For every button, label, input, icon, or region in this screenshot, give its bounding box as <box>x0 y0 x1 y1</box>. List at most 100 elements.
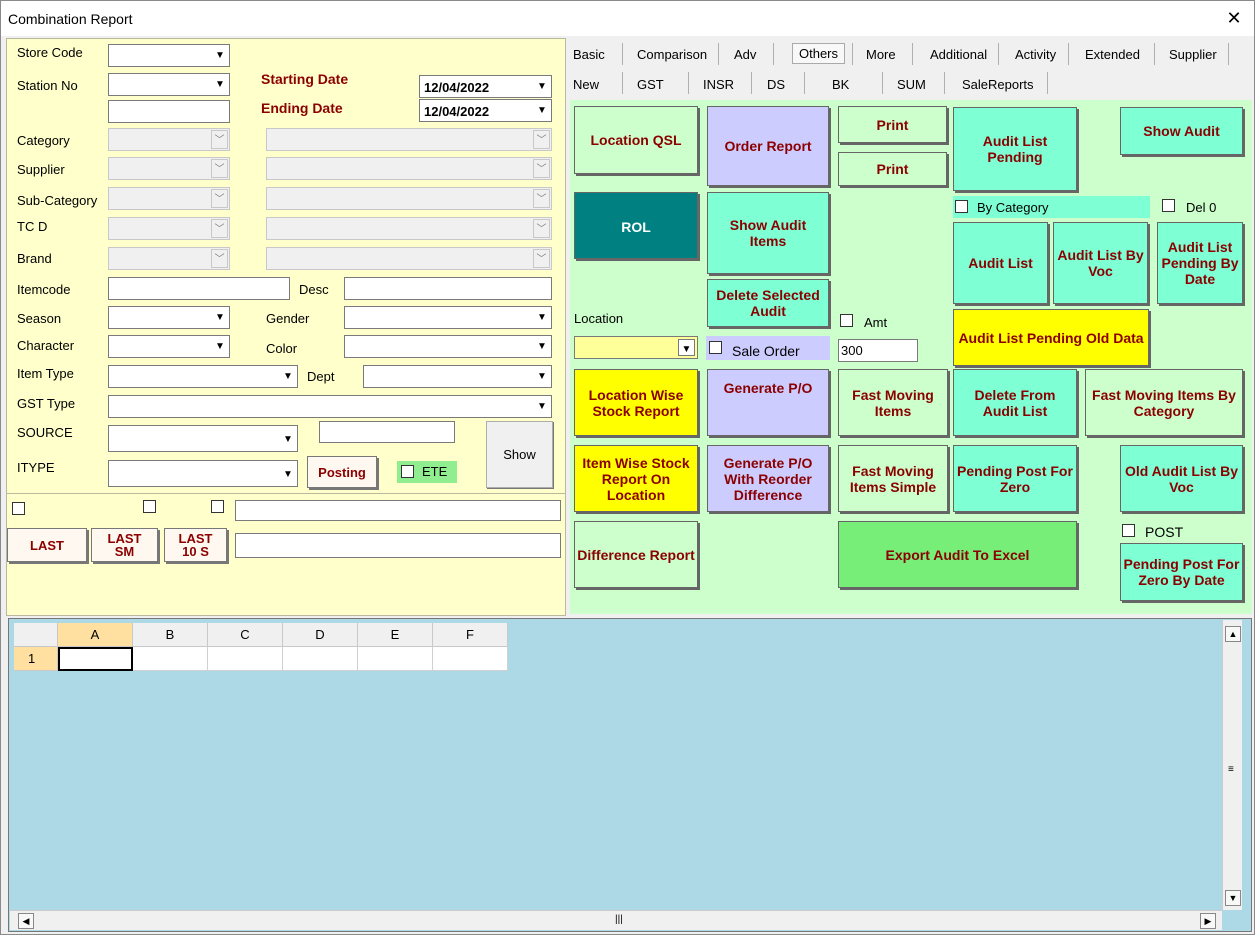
station-no-text[interactable] <box>108 100 230 123</box>
vertical-scrollbar[interactable]: ▲ ≡ ▼ <box>1222 620 1242 910</box>
cell-b1[interactable] <box>133 647 208 671</box>
store-code-select[interactable]: ▼ <box>108 44 230 67</box>
tab-comparison[interactable]: Comparison <box>637 47 707 62</box>
amt-checkbox[interactable] <box>840 314 853 327</box>
brand-code-select[interactable]: ﹀ <box>108 247 230 270</box>
delete-from-audit-list-button[interactable]: Delete From Audit List <box>953 369 1077 436</box>
tab-basic[interactable]: Basic <box>573 47 605 62</box>
sub-category-code-select[interactable]: ﹀ <box>108 187 230 210</box>
print-button-1[interactable]: Print <box>838 106 947 143</box>
row-header-1[interactable]: 1 <box>14 647 58 671</box>
cell-c1[interactable] <box>208 647 283 671</box>
tab-supplier[interactable]: Supplier <box>1169 47 1217 62</box>
close-icon[interactable]: ✕ <box>1224 6 1244 30</box>
tab-additional[interactable]: Additional <box>930 47 987 62</box>
option-checkbox-3[interactable] <box>211 500 224 513</box>
tab-activity[interactable]: Activity <box>1015 47 1056 62</box>
horizontal-scrollbar[interactable]: ◀ ||| ▶ <box>10 910 1222 930</box>
order-report-button[interactable]: Order Report <box>707 106 829 186</box>
export-audit-to-excel-button[interactable]: Export Audit To Excel <box>838 521 1077 588</box>
scroll-left-icon[interactable]: ◀ <box>18 913 34 929</box>
item-type-select[interactable]: ▼ <box>108 365 298 388</box>
column-header-d[interactable]: D <box>283 623 358 647</box>
season-select[interactable]: ▼ <box>108 306 230 329</box>
scroll-grip-icon[interactable]: ≡ <box>1228 765 1238 775</box>
scroll-right-icon[interactable]: ▶ <box>1200 913 1216 929</box>
tab-sum[interactable]: SUM <box>897 77 926 92</box>
ending-date-picker[interactable]: 12/04/2022 ▼ <box>419 99 552 122</box>
option-checkbox-2[interactable] <box>143 500 156 513</box>
column-header-e[interactable]: E <box>358 623 433 647</box>
tcd-name-select[interactable]: ﹀ <box>266 217 552 240</box>
fast-moving-items-by-category-button[interactable]: Fast Moving Items By Category <box>1085 369 1243 436</box>
supplier-name-select[interactable]: ﹀ <box>266 157 552 180</box>
sub-category-name-select[interactable]: ﹀ <box>266 187 552 210</box>
show-audit-items-button[interactable]: Show Audit Items <box>707 192 829 274</box>
info-text-1[interactable] <box>235 500 561 521</box>
generate-po-button[interactable]: Generate P/O <box>707 369 829 436</box>
amt-input[interactable]: 300 <box>838 339 918 362</box>
column-header-f[interactable]: F <box>433 623 508 647</box>
category-code-select[interactable]: ﹀ <box>108 128 230 151</box>
sale-order-checkbox[interactable] <box>709 341 722 354</box>
tab-new[interactable]: New <box>573 77 599 92</box>
by-category-checkbox[interactable] <box>955 200 968 213</box>
station-no-select[interactable]: ▼ <box>108 73 230 96</box>
tab-salereports[interactable]: SaleReports <box>962 77 1034 92</box>
desc-input[interactable] <box>344 277 552 300</box>
post-checkbox[interactable] <box>1122 524 1135 537</box>
supplier-code-select[interactable]: ﹀ <box>108 157 230 180</box>
tab-more[interactable]: More <box>866 47 896 62</box>
color-select[interactable]: ▼ <box>344 335 552 358</box>
ete-checkbox[interactable] <box>401 465 414 478</box>
category-name-select[interactable]: ﹀ <box>266 128 552 151</box>
info-text-2[interactable] <box>235 533 561 558</box>
delete-selected-audit-button[interactable]: Delete Selected Audit <box>707 279 829 327</box>
cell-e1[interactable] <box>358 647 433 671</box>
show-button[interactable]: Show <box>486 421 553 488</box>
grid-corner[interactable] <box>14 623 58 647</box>
fast-moving-items-simple-button[interactable]: Fast Moving Items Simple <box>838 445 948 512</box>
column-header-b[interactable]: B <box>133 623 208 647</box>
tab-ds[interactable]: DS <box>767 77 785 92</box>
cell-a1[interactable] <box>58 647 133 671</box>
pending-post-for-zero-by-date-button[interactable]: Pending Post For Zero By Date <box>1120 543 1243 601</box>
dept-select[interactable]: ▼ <box>363 365 552 388</box>
tab-bk[interactable]: BK <box>832 77 849 92</box>
tab-others[interactable]: Others <box>792 43 846 64</box>
by-category-area[interactable]: By Category <box>953 196 1150 218</box>
gst-type-select[interactable]: ▼ <box>108 395 552 418</box>
column-header-c[interactable]: C <box>208 623 283 647</box>
audit-list-pending-by-date-button[interactable]: Audit List Pending By Date <box>1157 222 1243 304</box>
source-text[interactable] <box>319 421 455 443</box>
last-10s-button[interactable]: LAST 10 S <box>164 528 227 562</box>
tab-adv[interactable]: Adv <box>734 47 756 62</box>
generate-po-reorder-button[interactable]: Generate P/O With Reorder Difference <box>707 445 829 512</box>
tab-extended[interactable]: Extended <box>1085 47 1140 62</box>
location-select[interactable]: ▼ <box>574 336 698 359</box>
itype-select[interactable]: ▼ <box>108 460 298 487</box>
audit-list-by-voc-button[interactable]: Audit List By Voc <box>1053 222 1148 304</box>
pending-post-for-zero-button[interactable]: Pending Post For Zero <box>953 445 1077 512</box>
posting-button[interactable]: Posting <box>307 456 377 488</box>
tab-gst[interactable]: GST <box>637 77 664 92</box>
print-button-2[interactable]: Print <box>838 152 947 186</box>
tcd-code-select[interactable]: ﹀ <box>108 217 230 240</box>
fast-moving-items-button[interactable]: Fast Moving Items <box>838 369 948 436</box>
scroll-up-icon[interactable]: ▲ <box>1225 626 1241 642</box>
del-0-checkbox[interactable] <box>1162 199 1175 212</box>
audit-list-pending-old-data-button[interactable]: Audit List Pending Old Data <box>953 309 1149 366</box>
show-audit-button[interactable]: Show Audit <box>1120 107 1243 155</box>
brand-name-select[interactable]: ﹀ <box>266 247 552 270</box>
character-select[interactable]: ▼ <box>108 335 230 358</box>
source-select[interactable]: ▼ <box>108 425 298 452</box>
cell-d1[interactable] <box>283 647 358 671</box>
audit-list-button[interactable]: Audit List <box>953 222 1048 304</box>
audit-list-pending-button[interactable]: Audit List Pending <box>953 107 1077 191</box>
itemcode-input[interactable] <box>108 277 290 300</box>
last-button[interactable]: LAST <box>7 528 87 562</box>
rol-button[interactable]: ROL <box>574 192 698 259</box>
location-qsl-button[interactable]: Location QSL <box>574 106 698 174</box>
scroll-grip-h-icon[interactable]: ||| <box>615 914 623 925</box>
cell-f1[interactable] <box>433 647 508 671</box>
